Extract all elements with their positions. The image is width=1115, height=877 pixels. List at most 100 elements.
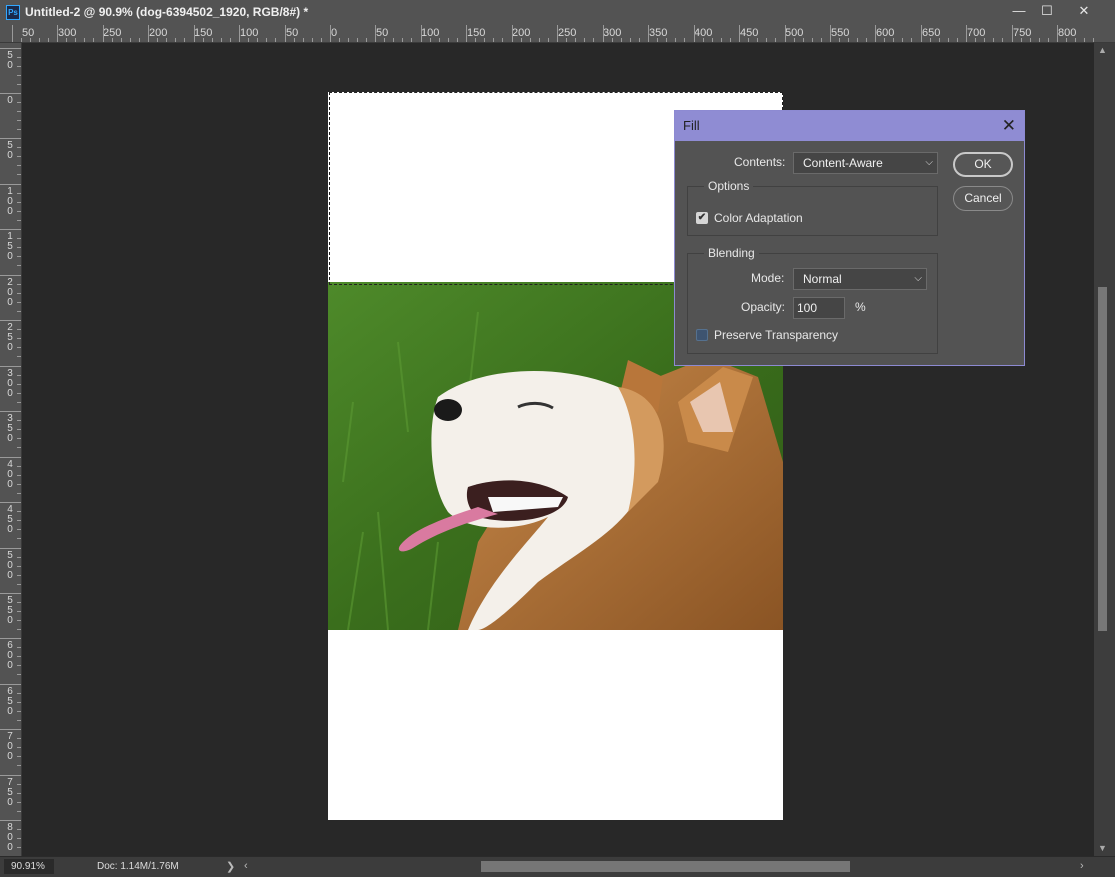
- ruler-label: 0: [7, 706, 13, 717]
- ruler-label: 0: [7, 60, 13, 71]
- ruler-major-tick: [285, 25, 286, 42]
- ruler-label: 600: [876, 27, 895, 39]
- ruler-minor-tick: [230, 38, 231, 42]
- ruler-minor-tick: [203, 38, 204, 42]
- vertical-scrollbar[interactable]: ▲ ▼: [1094, 43, 1115, 856]
- ruler-label: 50: [376, 27, 389, 39]
- ruler-minor-tick: [17, 284, 21, 285]
- ruler-label: 750: [1013, 27, 1032, 39]
- ruler-minor-tick: [866, 38, 867, 42]
- ruler-minor-tick: [17, 720, 21, 721]
- options-title: Options: [704, 179, 754, 193]
- ruler-minor-tick: [17, 111, 21, 112]
- ruler-major-tick: [0, 411, 21, 412]
- scroll-right-arrow-icon[interactable]: ›: [1080, 860, 1084, 872]
- dialog-title-bar[interactable]: Fill: [675, 111, 1024, 141]
- ruler-major-tick: [875, 25, 876, 42]
- ruler-minor-tick: [17, 302, 21, 303]
- ruler-minor-tick: [439, 38, 440, 42]
- ruler-minor-tick: [812, 38, 813, 42]
- ruler-minor-tick: [17, 829, 21, 830]
- ruler-minor-tick: [17, 393, 21, 394]
- ruler-minor-tick: [975, 38, 976, 42]
- scroll-left-arrow-icon[interactable]: ‹: [244, 860, 248, 872]
- vertical-ruler[interactable]: 5005010015020025030035040045050055060065…: [0, 43, 22, 856]
- mode-label: Mode:: [751, 271, 785, 285]
- ruler-minor-tick: [493, 38, 494, 42]
- horizontal-scrollbar[interactable]: [254, 860, 1076, 873]
- ruler-minor-tick: [17, 665, 21, 666]
- zoom-level-field[interactable]: 90.91%: [4, 859, 54, 874]
- ruler-minor-tick: [30, 38, 31, 42]
- ruler-major-tick: [557, 25, 558, 42]
- ruler-minor-tick: [893, 38, 894, 42]
- ruler-label: 700: [967, 27, 986, 39]
- ruler-major-tick: [739, 25, 740, 42]
- ruler-minor-tick: [566, 38, 567, 42]
- ruler-minor-tick: [17, 674, 21, 675]
- ruler-minor-tick: [17, 66, 21, 67]
- document-info[interactable]: Doc: 1.14M/1.76M: [97, 861, 179, 872]
- dialog-close-icon[interactable]: ✕: [1002, 111, 1016, 141]
- ruler-minor-tick: [775, 38, 776, 42]
- chevron-down-icon: ⌵: [914, 273, 922, 284]
- ruler-minor-tick: [17, 793, 21, 794]
- ruler-label: 0: [7, 797, 13, 808]
- ruler-label: 0: [7, 206, 13, 217]
- ruler-minor-tick: [17, 75, 21, 76]
- blending-title: Blending: [704, 246, 759, 260]
- ruler-major-tick: [603, 25, 604, 42]
- ruler-minor-tick: [448, 38, 449, 42]
- horizontal-ruler[interactable]: 50 300 250 200 150 100 50 0 50 100 150 2…: [0, 25, 1115, 43]
- opacity-input[interactable]: 100: [793, 297, 845, 319]
- mode-select[interactable]: Normal ⌵: [793, 268, 927, 290]
- ruler-minor-tick: [130, 38, 131, 42]
- color-adaptation-label[interactable]: Color Adaptation: [714, 211, 803, 225]
- ruler-minor-tick: [957, 38, 958, 42]
- contents-select[interactable]: Content-Aware ⌵: [793, 152, 938, 174]
- ruler-major-tick: [0, 775, 21, 776]
- ruler-minor-tick: [993, 38, 994, 42]
- ruler-major-tick: [0, 275, 21, 276]
- ruler-minor-tick: [930, 38, 931, 42]
- horizontal-scroll-thumb[interactable]: [481, 861, 850, 872]
- scroll-up-arrow-icon[interactable]: ▲: [1098, 45, 1107, 55]
- status-menu-arrow-icon[interactable]: ❯: [226, 860, 235, 873]
- ruler-minor-tick: [139, 38, 140, 42]
- ruler-minor-tick: [17, 747, 21, 748]
- ruler-minor-tick: [17, 484, 21, 485]
- scroll-down-arrow-icon[interactable]: ▼: [1098, 843, 1107, 853]
- preserve-transparency-checkbox[interactable]: [696, 329, 708, 341]
- color-adaptation-checkbox[interactable]: ✔: [696, 212, 708, 224]
- ruler-minor-tick: [39, 38, 40, 42]
- preserve-transparency-label[interactable]: Preserve Transparency: [714, 328, 838, 342]
- contents-value: Content-Aware: [803, 156, 883, 170]
- ruler-minor-tick: [17, 193, 21, 194]
- ruler-major-tick: [1057, 25, 1058, 42]
- ruler-label: 0: [331, 27, 338, 39]
- ruler-minor-tick: [548, 38, 549, 42]
- ruler-minor-tick: [17, 174, 21, 175]
- ruler-minor-tick: [712, 38, 713, 42]
- ruler-minor-tick: [17, 611, 21, 612]
- ruler-label: 250: [558, 27, 577, 39]
- ruler-minor-tick: [17, 475, 21, 476]
- cancel-button[interactable]: Cancel: [953, 186, 1013, 211]
- ruler-minor-tick: [393, 38, 394, 42]
- opacity-label: Opacity:: [741, 300, 786, 314]
- ruler-label: 0: [7, 150, 13, 161]
- ruler-major-tick: [0, 184, 21, 185]
- ruler-minor-tick: [17, 420, 21, 421]
- close-window-button[interactable]: ✕: [1068, 0, 1100, 24]
- ruler-minor-tick: [48, 38, 49, 42]
- ruler-major-tick: [103, 25, 104, 42]
- ruler-major-tick: [57, 25, 58, 42]
- vertical-scroll-thumb[interactable]: [1098, 287, 1107, 631]
- opacity-unit: %: [855, 300, 866, 314]
- ruler-label: 100: [240, 27, 259, 39]
- ruler-minor-tick: [17, 202, 21, 203]
- ruler-minor-tick: [1093, 38, 1094, 42]
- ruler-minor-tick: [17, 429, 21, 430]
- maximize-button[interactable]: ☐: [1031, 0, 1063, 24]
- ok-button[interactable]: OK: [953, 152, 1013, 177]
